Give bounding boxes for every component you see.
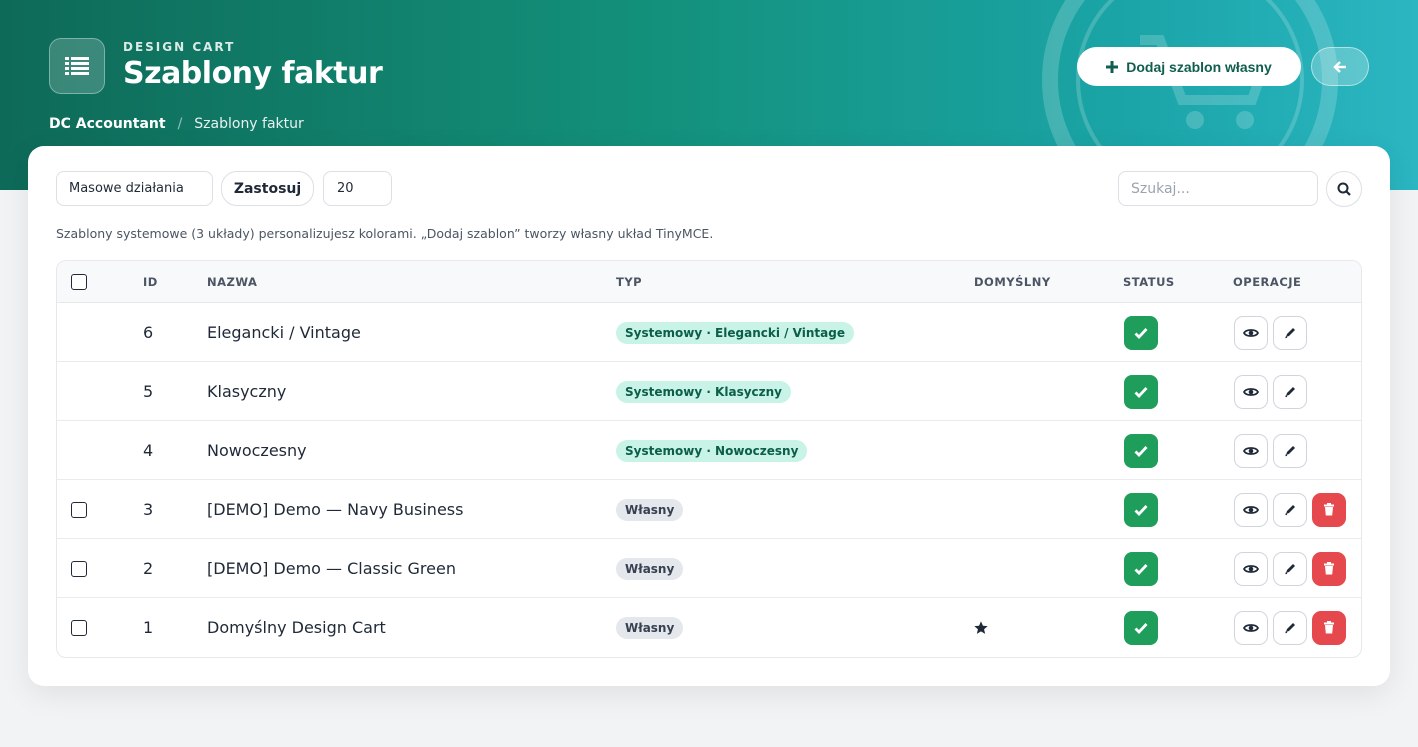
plus-icon	[1106, 60, 1119, 73]
edit-button[interactable]	[1273, 551, 1307, 586]
status-toggle[interactable]	[1124, 374, 1158, 409]
row-name: Klasyczny	[207, 382, 287, 401]
table-row: 2 [DEMO] Demo — Classic Green Własny	[57, 539, 1361, 598]
row-checkbox[interactable]	[71, 560, 87, 577]
delete-button[interactable]	[1312, 551, 1346, 586]
check-icon	[1134, 563, 1148, 575]
preview-button[interactable]	[1234, 492, 1268, 527]
preview-button[interactable]	[1234, 551, 1268, 586]
list-icon	[49, 38, 105, 94]
column-header-type[interactable]: TYP	[616, 275, 642, 289]
trash-icon	[1323, 503, 1335, 516]
table-row: 6 Elegancki / Vintage Systemowy · Eleganck…	[57, 303, 1361, 362]
row-id: 1	[143, 618, 154, 637]
arrow-left-icon	[1333, 60, 1346, 73]
search-icon	[1337, 182, 1351, 196]
search-button[interactable]	[1326, 171, 1362, 207]
per-page-select[interactable]: 20	[323, 171, 392, 206]
row-name: [DEMO] Demo — Navy Business	[207, 500, 464, 519]
type-badge: Własny	[616, 498, 684, 521]
pencil-icon	[1284, 385, 1297, 398]
edit-button[interactable]	[1273, 492, 1307, 527]
column-header-default[interactable]: DOMYŚLNY	[974, 275, 1051, 289]
eye-icon	[1243, 563, 1259, 575]
row-name: Nowoczesny	[207, 441, 307, 460]
preview-button[interactable]	[1234, 610, 1268, 645]
status-toggle[interactable]	[1124, 610, 1158, 645]
row-checkbox[interactable]	[71, 619, 87, 636]
eye-icon	[1243, 622, 1259, 634]
delete-button[interactable]	[1312, 492, 1346, 527]
table-row: 1 Domyślny Design Cart Własny	[57, 598, 1361, 657]
type-badge: Systemowy · Nowoczesny	[616, 439, 808, 462]
add-template-label: Dodaj szablon własny	[1126, 58, 1272, 75]
row-name: Elegancki / Vintage	[207, 323, 361, 342]
type-badge: Własny	[616, 616, 684, 639]
eye-icon	[1243, 386, 1259, 398]
edit-button[interactable]	[1273, 433, 1307, 468]
preview-button[interactable]	[1234, 315, 1268, 350]
table-row: 3 [DEMO] Demo — Navy Business Własny	[57, 480, 1361, 539]
column-header-operations: OPERACJE	[1233, 275, 1302, 289]
check-icon	[1134, 445, 1148, 457]
delete-button[interactable]	[1312, 610, 1346, 645]
trash-icon	[1323, 621, 1335, 634]
pencil-icon	[1284, 503, 1297, 516]
back-button[interactable]	[1311, 47, 1369, 86]
select-all-checkbox[interactable]	[71, 274, 87, 290]
pencil-icon	[1284, 621, 1297, 634]
table-row: 4 Nowoczesny Systemowy · Nowoczesny	[57, 421, 1361, 480]
pencil-icon	[1284, 326, 1297, 339]
row-id: 6	[143, 323, 154, 342]
info-note: Szablony systemowe (3 układy) personaliz…	[56, 226, 714, 241]
edit-button[interactable]	[1273, 610, 1307, 645]
column-header-status[interactable]: STATUS	[1123, 275, 1175, 289]
templates-card: Masowe działania Zastosuj 20 Szukaj... S…	[28, 146, 1390, 686]
edit-button[interactable]	[1273, 374, 1307, 409]
breadcrumb-current: Szablony faktur	[194, 116, 304, 132]
type-badge: Własny	[616, 557, 684, 580]
status-toggle[interactable]	[1124, 551, 1158, 586]
add-template-button[interactable]: Dodaj szablon własny	[1077, 47, 1301, 86]
pencil-icon	[1284, 562, 1297, 575]
table-row: 5 Klasyczny Systemowy · Klasyczny	[57, 362, 1361, 421]
type-badge: Systemowy · Klasyczny	[616, 380, 791, 403]
column-header-id[interactable]: ID	[143, 275, 158, 289]
search-input[interactable]: Szukaj...	[1118, 171, 1318, 206]
check-icon	[1134, 386, 1148, 398]
bulk-actions-select[interactable]: Masowe działania	[56, 171, 213, 206]
trash-icon	[1323, 562, 1335, 575]
table-header: ID NAZWA TYP DOMYŚLNY STATUS OPERACJE	[57, 261, 1361, 303]
preview-button[interactable]	[1234, 374, 1268, 409]
check-icon	[1134, 622, 1148, 634]
row-name: Domyślny Design Cart	[207, 618, 386, 637]
status-toggle[interactable]	[1124, 433, 1158, 468]
row-id: 2	[143, 559, 154, 578]
row-name: [DEMO] Demo — Classic Green	[207, 559, 456, 578]
breadcrumb-separator: /	[177, 116, 183, 132]
check-icon	[1134, 504, 1148, 516]
eye-icon	[1243, 327, 1259, 339]
app-eyebrow: DESIGN CART	[123, 40, 236, 54]
breadcrumb: DC Accountant / Szablony faktur	[49, 116, 304, 132]
page-title: Szablony faktur	[123, 56, 383, 91]
column-header-name[interactable]: NAZWA	[207, 275, 257, 289]
check-icon	[1134, 327, 1148, 339]
type-badge: Systemowy · Elegancki / Vintage	[616, 321, 854, 344]
row-id: 3	[143, 500, 154, 519]
edit-button[interactable]	[1273, 315, 1307, 350]
apply-button[interactable]: Zastosuj	[221, 171, 314, 206]
templates-table: ID NAZWA TYP DOMYŚLNY STATUS OPERACJE 6 E…	[56, 260, 1362, 658]
star-icon	[973, 620, 989, 636]
row-id: 4	[143, 441, 154, 460]
status-toggle[interactable]	[1124, 492, 1158, 527]
breadcrumb-home-link[interactable]: DC Accountant	[49, 116, 166, 132]
row-checkbox[interactable]	[71, 501, 87, 518]
status-toggle[interactable]	[1124, 315, 1158, 350]
row-id: 5	[143, 382, 154, 401]
pencil-icon	[1284, 444, 1297, 457]
preview-button[interactable]	[1234, 433, 1268, 468]
eye-icon	[1243, 445, 1259, 457]
eye-icon	[1243, 504, 1259, 516]
